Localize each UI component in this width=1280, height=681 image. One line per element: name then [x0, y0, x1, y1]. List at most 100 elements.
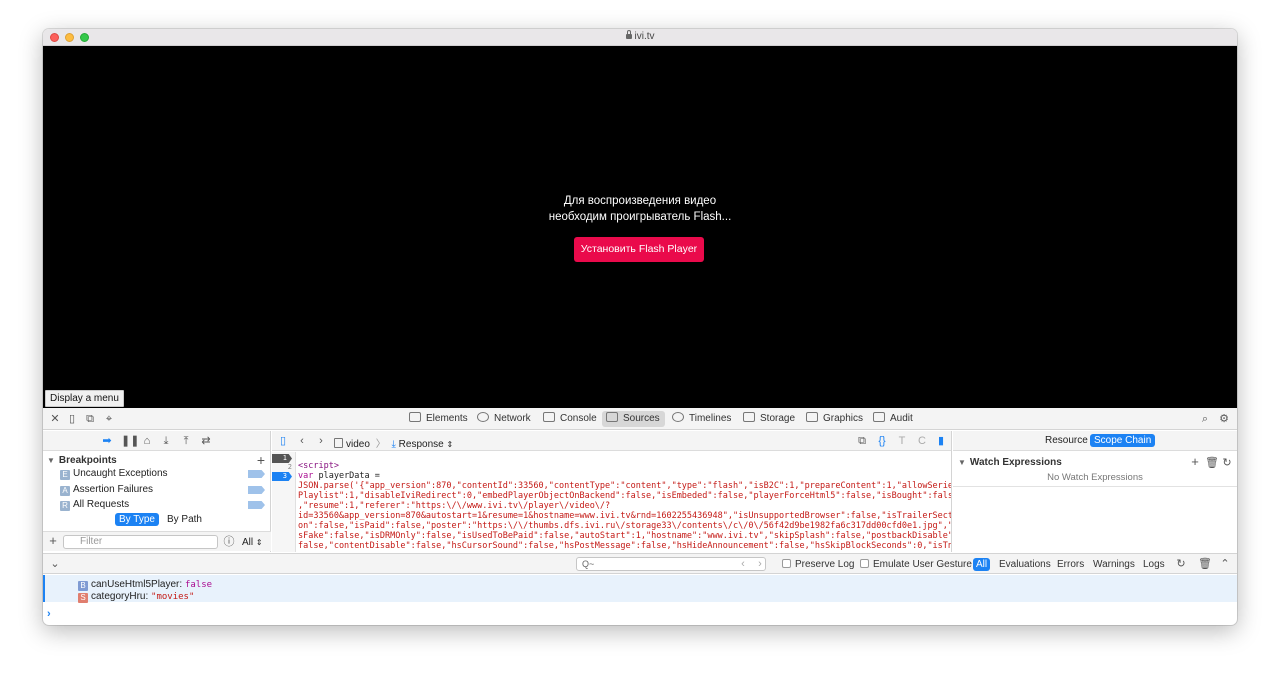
breakpoint-flag-icon[interactable] [248, 486, 265, 494]
scope-select[interactable]: All ⇕ [242, 537, 263, 548]
pretty-print-icon[interactable]: {} [876, 435, 888, 447]
filter-logs[interactable]: Logs [1140, 558, 1168, 571]
install-flash-button[interactable]: Установить Flash Player [574, 237, 704, 262]
tab-graphics[interactable]: Graphics [802, 411, 868, 427]
by-path-button[interactable]: By Path [163, 513, 206, 526]
filter-all[interactable]: All [973, 558, 991, 571]
video-player[interactable]: Для воспроизведения видео необходим прои… [43, 46, 1237, 408]
audit-icon [873, 412, 885, 422]
back-icon[interactable]: ‹ [296, 435, 308, 447]
address-bar[interactable]: ivi.tv [43, 30, 1237, 42]
code-line: <script> [298, 461, 339, 471]
request-icon: R [60, 501, 70, 511]
line-number[interactable]: 3 [272, 472, 292, 481]
tab-scope-chain[interactable]: Scope Chain [1090, 434, 1156, 447]
updown-icon: ⇕ [255, 538, 263, 547]
console-prompt[interactable]: › [47, 608, 51, 620]
previous-result-icon[interactable]: ‹ [737, 558, 749, 570]
breakpoint-label: All Requests [73, 499, 130, 510]
filter-evaluations[interactable]: Evaluations [996, 558, 1054, 571]
breakpoint-all-requests[interactable]: R All Requests [60, 499, 129, 511]
breadcrumb-file[interactable]: video [346, 439, 370, 450]
message-line-1: Для воспроизведения видео [563, 195, 717, 207]
step-into-icon[interactable]: ⤓ [160, 435, 172, 447]
breakpoint-assertion-failures[interactable]: A Assertion Failures [60, 484, 153, 496]
tab-label: Timelines [689, 413, 732, 424]
by-type-button[interactable]: By Type [115, 513, 159, 526]
add-icon[interactable]: + [47, 534, 59, 547]
next-result-icon[interactable]: › [754, 558, 766, 570]
code-line: false,"contentDisable":false,"hsCursorSo… [298, 541, 952, 551]
dock-icon[interactable]: ▯ [66, 413, 78, 425]
console-property[interactable]: BcanUseHtml5Player: false [78, 579, 212, 591]
checkbox-label: Emulate User Gesture [873, 559, 972, 570]
tab-label: Console [560, 413, 597, 424]
watch-expressions-header[interactable]: ▼ Watch Expressions [958, 457, 1062, 468]
breakpoint-flag-icon[interactable] [248, 501, 265, 509]
inspect-icon[interactable]: ⌖ [103, 413, 115, 425]
collapse-console-icon[interactable]: ⌄ [49, 558, 61, 570]
tab-elements[interactable]: Elements [405, 411, 473, 427]
checkbox-label: Preserve Log [795, 559, 855, 570]
property-key: canUseHtml5Player: [91, 579, 183, 590]
continue-icon[interactable]: ⇄ [200, 435, 212, 447]
filter-errors[interactable]: Errors [1054, 558, 1087, 571]
step-out-icon[interactable]: ⤒ [180, 435, 192, 447]
tab-resource[interactable]: Resource [1041, 434, 1092, 447]
line-number[interactable]: 1 [272, 454, 292, 463]
filter-warnings[interactable]: Warnings [1090, 558, 1138, 571]
tab-console[interactable]: Console [539, 411, 602, 427]
filter-input[interactable]: Filter [63, 535, 218, 549]
tab-sources[interactable]: Sources [602, 411, 665, 427]
reload-icon[interactable]: ↻ [1175, 558, 1187, 570]
property-value: false [184, 580, 213, 590]
console-property[interactable]: ScategoryHru: "movies" [78, 591, 194, 603]
code-content[interactable]: <script> var playerData = JSON.parse('{"ap… [298, 461, 952, 551]
chevron-right-icon: 〉 [375, 439, 386, 450]
tab-network[interactable]: Network [473, 411, 536, 427]
property-key: categoryHru: [91, 591, 149, 602]
undock-icon[interactable]: ⧉ [84, 413, 96, 425]
message-line-2: необходим проигрыватель Flash... [548, 211, 732, 223]
no-watch-expressions: No Watch Expressions [1047, 472, 1143, 483]
line-number[interactable]: 2 [272, 463, 292, 472]
file-icon [334, 438, 343, 448]
coverage-icon[interactable]: C [916, 435, 928, 447]
tab-timelines[interactable]: Timelines [668, 411, 736, 427]
details-sidebar-icon[interactable]: ▮ [935, 435, 947, 447]
info-icon[interactable]: ⓘ [223, 536, 235, 548]
details-tabs: Resource Scope Chain [953, 431, 1237, 451]
code-line: JSON.parse('{"app_version":870,"contentI… [298, 481, 952, 491]
add-breakpoint-icon[interactable]: + [255, 453, 267, 467]
close-devtools-icon[interactable]: ✕ [49, 413, 61, 425]
network-icon [477, 412, 489, 422]
search-icon[interactable]: ⌕ [1199, 413, 1211, 425]
breakpoints-toggle-icon[interactable]: ➡ [101, 435, 113, 447]
breakpoint-uncaught-exceptions[interactable]: E Uncaught Exceptions [60, 468, 168, 480]
pause-icon[interactable]: ❚❚ [121, 435, 139, 447]
browser-window: ivi.tv Для воспроизведения видео необход… [43, 29, 1237, 625]
disclosure-down-icon: ▼ [958, 458, 966, 467]
step-over-icon[interactable]: ⌂ [141, 435, 153, 447]
tab-audit[interactable]: Audit [869, 411, 918, 427]
type-icon[interactable]: T [896, 435, 908, 447]
breakpoint-flag-icon[interactable] [248, 470, 265, 478]
breadcrumb-mode[interactable]: Response [399, 439, 444, 450]
forward-icon[interactable]: › [315, 435, 327, 447]
line-gutter[interactable]: 1 2 3 [272, 452, 296, 552]
refresh-icon[interactable]: ↻ [1221, 457, 1233, 469]
emulate-gesture-checkbox[interactable]: Emulate User Gesture [860, 559, 972, 570]
add-watch-icon[interactable]: + [1189, 455, 1201, 468]
lock-icon [625, 30, 632, 39]
breakpoints-header[interactable]: ▼ Breakpoints [47, 455, 117, 466]
copy-icon[interactable]: ⧉ [856, 435, 868, 447]
preserve-log-checkbox[interactable]: Preserve Log [782, 559, 854, 570]
trash-icon[interactable]: 🗑 [1205, 457, 1219, 469]
boolean-type-icon: B [78, 581, 88, 591]
gear-icon[interactable]: ⚙ [1218, 413, 1230, 425]
tab-storage[interactable]: Storage [739, 411, 800, 427]
details-sidebar: Resource Scope Chain ▼ Watch Expressions … [953, 431, 1237, 552]
clear-console-icon[interactable]: 🗑 [1198, 558, 1212, 570]
navigation-sidebar-icon[interactable]: ▯ [277, 435, 289, 447]
expand-icon[interactable]: ⌃ [1219, 558, 1231, 570]
